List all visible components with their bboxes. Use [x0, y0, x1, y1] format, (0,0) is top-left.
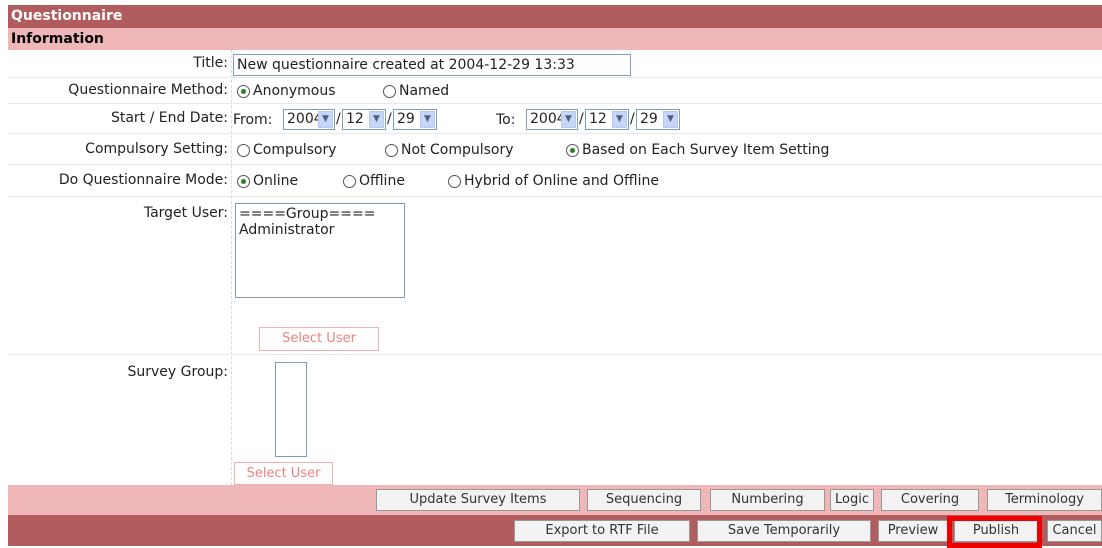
not-compulsory-radio[interactable]: Not Compulsory: [385, 142, 514, 158]
update-survey-items-button[interactable]: Update Survey Items: [376, 489, 580, 511]
chevron-down-icon: ▼: [369, 111, 384, 128]
mode-hybrid-radio[interactable]: Hybrid of Online and Offline: [448, 173, 659, 189]
end-month-select[interactable]: 12 ▼: [585, 109, 629, 130]
list-item[interactable]: ====Group====: [239, 206, 401, 222]
survey-group-listbox[interactable]: [275, 362, 307, 457]
method-anonymous-radio[interactable]: Anonymous: [237, 83, 336, 99]
start-year-select[interactable]: 2004 ▼: [283, 109, 335, 130]
select-user-button-2[interactable]: Select User: [234, 462, 333, 485]
radio-icon: [383, 84, 396, 98]
radio-icon: [385, 143, 398, 157]
panel-header: Questionnaire: [8, 5, 1102, 28]
target-user-row: Target User: ====Group==== Administrator…: [8, 197, 1102, 355]
mode-online-radio[interactable]: Online: [237, 173, 298, 189]
title-label: Title:: [193, 55, 228, 71]
start-month-select[interactable]: 12 ▼: [342, 109, 386, 130]
to-label: To:: [496, 112, 516, 128]
title-input[interactable]: New questionnaire created at 2004-12-29 …: [233, 54, 631, 76]
date-label: Start / End Date:: [110, 110, 228, 126]
end-year-select[interactable]: 2004 ▼: [526, 109, 578, 130]
radio-icon: [448, 174, 461, 188]
publish-highlight: [947, 516, 1042, 548]
survey-toolbar: Update Survey Items Sequencing Numbering…: [8, 485, 1102, 515]
compulsory-row: Compulsory Setting: Compulsory Not Compu…: [8, 134, 1102, 165]
numbering-button[interactable]: Numbering: [710, 489, 825, 511]
survey-group-label: Survey Group:: [127, 364, 229, 380]
end-day-select[interactable]: 29 ▼: [636, 109, 680, 130]
based-on-item-radio[interactable]: Based on Each Survey Item Setting: [566, 142, 829, 158]
sequencing-button[interactable]: Sequencing: [587, 489, 701, 511]
save-temporarily-button[interactable]: Save Temporarily: [697, 520, 871, 542]
cancel-button[interactable]: Cancel: [1047, 520, 1102, 542]
method-named-radio[interactable]: Named: [383, 83, 449, 99]
date-row: Start / End Date: From: 2004 ▼ / 12 ▼ / 29…: [8, 104, 1102, 134]
select-user-button[interactable]: Select User: [259, 327, 379, 351]
radio-icon: [237, 143, 250, 157]
list-item[interactable]: Administrator: [239, 222, 401, 238]
mode-offline-radio[interactable]: Offline: [343, 173, 405, 189]
method-row: Questionnaire Method: Anonymous Named: [8, 78, 1102, 104]
preview-button[interactable]: Preview: [878, 520, 948, 542]
chevron-down-icon: ▼: [420, 111, 435, 128]
method-label: Questionnaire Method:: [68, 82, 228, 98]
radio-selected-icon: [237, 174, 250, 188]
title-row: Title: New questionnaire created at 2004…: [8, 50, 1102, 78]
mode-row: Do Questionnaire Mode: Online Offline Hy…: [8, 165, 1102, 197]
compulsory-radio[interactable]: Compulsory: [237, 142, 337, 158]
chevron-down-icon: ▼: [561, 111, 576, 128]
target-user-listbox[interactable]: ====Group==== Administrator: [235, 203, 405, 298]
chevron-down-icon: ▼: [318, 111, 333, 128]
chevron-down-icon: ▼: [612, 111, 627, 128]
start-day-select[interactable]: 29 ▼: [393, 109, 437, 130]
radio-icon: [343, 174, 356, 188]
covering-button[interactable]: Covering: [881, 489, 979, 511]
compulsory-label: Compulsory Setting:: [85, 141, 228, 157]
action-toolbar: Export to RTF File Save Temporarily Prev…: [8, 515, 1102, 546]
mode-label: Do Questionnaire Mode:: [58, 172, 228, 188]
questionnaire-panel: Questionnaire Information Title: New que…: [8, 5, 1102, 546]
radio-selected-icon: [237, 84, 250, 98]
radio-selected-icon: [566, 143, 579, 157]
target-user-label: Target User:: [143, 205, 228, 221]
chevron-down-icon: ▼: [663, 111, 678, 128]
from-label: From:: [233, 112, 273, 128]
terminology-button[interactable]: Terminology: [987, 489, 1102, 511]
export-rtf-button[interactable]: Export to RTF File: [514, 520, 690, 542]
survey-group-row: Survey Group: Select User: [8, 355, 1102, 485]
logic-button[interactable]: Logic: [830, 489, 874, 511]
section-header: Information: [8, 28, 1102, 50]
